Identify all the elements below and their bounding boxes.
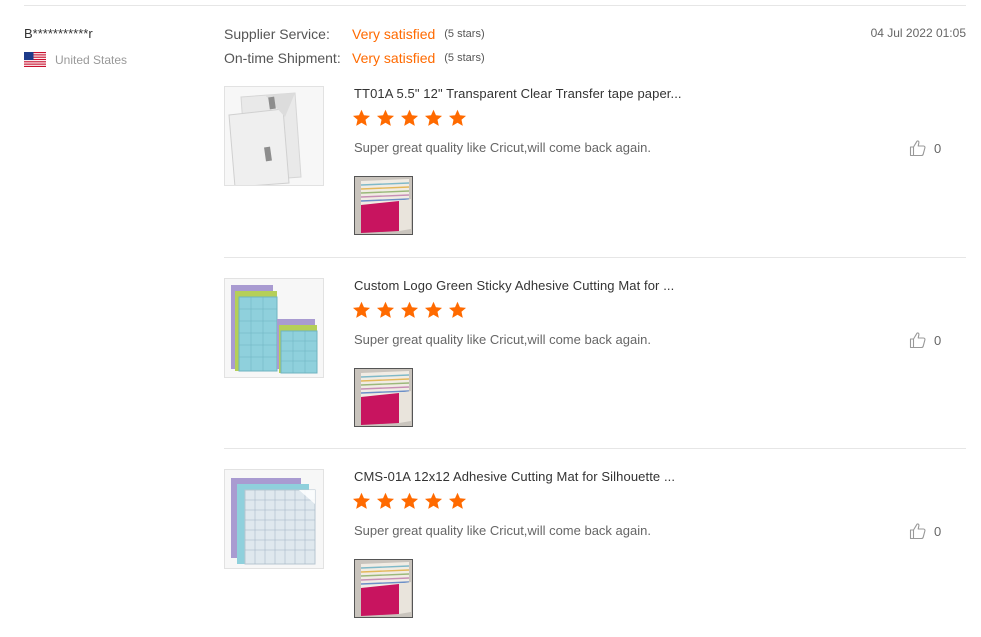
product-title[interactable]: Custom Logo Green Sticky Adhesive Cuttin… [354, 278, 674, 293]
star-icon [376, 301, 395, 318]
review-photo-image [355, 177, 412, 234]
reviewer-info: B***********r United States [24, 26, 127, 67]
rating-stars-text: (5 stars) [444, 28, 485, 40]
rating-supplier-service: Supplier Service: Very satisfied (5 star… [224, 26, 485, 42]
review-date: 04 Jul 2022 01:05 [870, 26, 966, 40]
review-photo[interactable] [354, 559, 413, 618]
thumbs-up-icon [909, 332, 926, 349]
review-photo[interactable] [354, 176, 413, 235]
rating-label: On-time Shipment: [224, 50, 341, 66]
review-item: CMS-01A 12x12 Adhesive Cutting Mat for S… [224, 469, 966, 621]
star-icon [376, 109, 395, 126]
ratings-summary: Supplier Service: Very satisfied (5 star… [224, 26, 485, 74]
thumbs-up-icon [909, 523, 926, 540]
star-icon [400, 301, 419, 318]
silhouette-mat-image [225, 470, 323, 568]
review-photo[interactable] [354, 368, 413, 427]
star-icon [448, 492, 467, 509]
like-count: 0 [934, 523, 942, 539]
transfer-tape-image [225, 87, 323, 185]
like-button[interactable]: 0 [909, 139, 941, 157]
review-item: Custom Logo Green Sticky Adhesive Cuttin… [224, 278, 966, 430]
review-comment: Super great quality like Cricut,will com… [354, 332, 651, 347]
star-icon [448, 301, 467, 318]
star-icon [400, 492, 419, 509]
like-count: 0 [934, 140, 942, 156]
product-thumbnail[interactable] [224, 278, 324, 378]
rating-value: Very satisfied [352, 50, 436, 66]
review-photo-image [355, 369, 412, 426]
star-icon [352, 109, 371, 126]
rating-stars-text: (5 stars) [444, 52, 485, 64]
us-flag-icon [24, 52, 46, 67]
like-count: 0 [934, 332, 942, 348]
star-icon [352, 492, 371, 509]
like-button[interactable]: 0 [909, 522, 941, 540]
review-item: TT01A 5.5" 12" Transparent Clear Transfe… [224, 86, 966, 238]
product-title[interactable]: TT01A 5.5" 12" Transparent Clear Transfe… [354, 86, 682, 101]
cutting-mat-image [225, 279, 323, 377]
star-icon [424, 492, 443, 509]
star-icon [376, 492, 395, 509]
reviewer-country: United States [24, 52, 127, 67]
item-divider [224, 448, 966, 449]
rating-on-time-shipment: On-time Shipment: Very satisfied (5 star… [224, 50, 485, 66]
review-photo-image [355, 560, 412, 617]
thumbs-up-icon [909, 140, 926, 157]
review-comment: Super great quality like Cricut,will com… [354, 523, 651, 538]
reviewer-name: B***********r [24, 26, 93, 41]
star-icon [424, 301, 443, 318]
review-comment: Super great quality like Cricut,will com… [354, 140, 651, 155]
country-name: United States [55, 52, 128, 67]
star-icon [352, 301, 371, 318]
product-thumbnail[interactable] [224, 469, 324, 569]
product-title[interactable]: CMS-01A 12x12 Adhesive Cutting Mat for S… [354, 469, 675, 484]
like-button[interactable]: 0 [909, 331, 941, 349]
rating-value: Very satisfied [352, 26, 436, 42]
top-divider [24, 5, 966, 6]
star-icon [424, 109, 443, 126]
item-rating-stars [352, 109, 472, 127]
rating-label: Supplier Service: [224, 26, 330, 42]
star-icon [400, 109, 419, 126]
item-rating-stars [352, 301, 472, 319]
item-divider [224, 257, 966, 258]
product-thumbnail[interactable] [224, 86, 324, 186]
star-icon [448, 109, 467, 126]
item-rating-stars [352, 492, 472, 510]
